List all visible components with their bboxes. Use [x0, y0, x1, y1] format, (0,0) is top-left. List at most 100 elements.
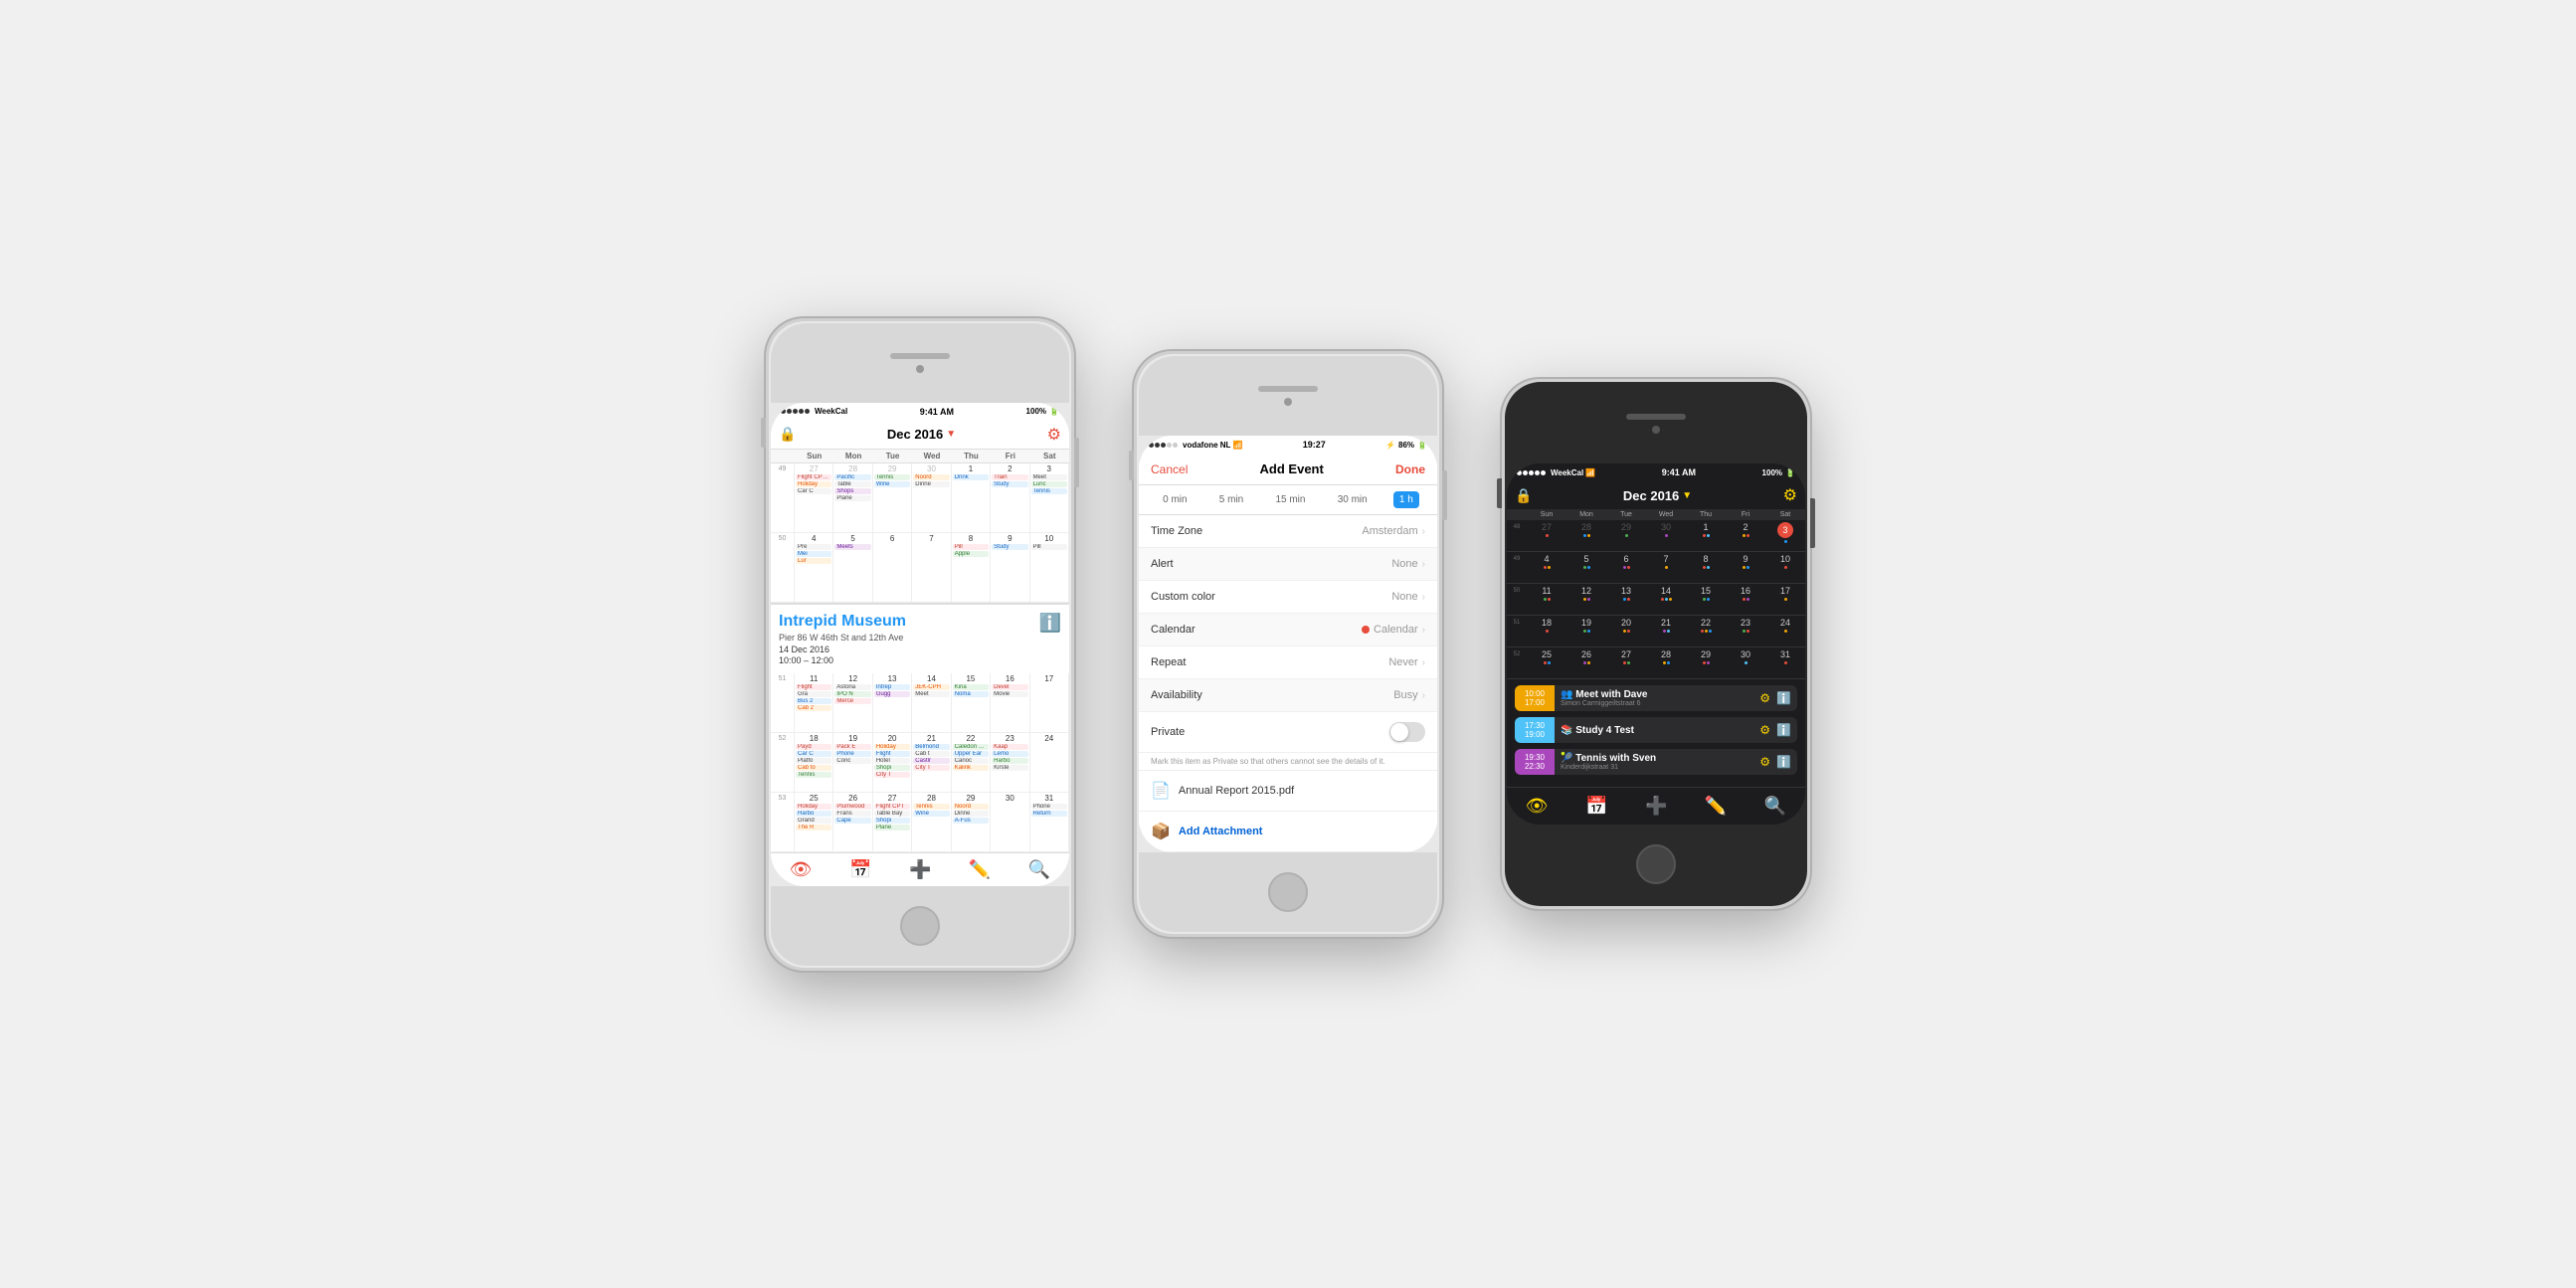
dark-cal-grid: 48 27 28 29 30 1 2 3: [1507, 520, 1805, 679]
event-end-3: 22:30: [1521, 762, 1549, 771]
add-attachment-row[interactable]: 📦 Add Attachment: [1139, 812, 1437, 852]
tab-search[interactable]: 🔍: [1028, 859, 1050, 880]
private-label: Private: [1151, 726, 1185, 738]
reminder-1h[interactable]: 1 h: [1393, 491, 1419, 508]
tab-calendar[interactable]: 📅: [849, 859, 871, 880]
custom-color-row[interactable]: Custom color None ›: [1139, 581, 1437, 614]
dark-tab-edit[interactable]: ✏️: [1705, 796, 1727, 817]
alert-row[interactable]: Alert None ›: [1139, 548, 1437, 581]
event-info-2[interactable]: ℹ️: [1776, 723, 1791, 737]
event-time: 10:00 – 12:00: [779, 655, 906, 665]
event-date: 14 Dec 2016: [779, 644, 906, 654]
calendar-row[interactable]: Calendar Calendar ›: [1139, 614, 1437, 646]
home-button-2[interactable]: [1268, 872, 1308, 912]
availability-chevron: ›: [1422, 690, 1425, 701]
event-info-1[interactable]: ℹ️: [1776, 691, 1791, 705]
tab-eye[interactable]: 👁: [790, 859, 813, 880]
dark-cal-header: 🔒 Dec 2016 ▼ ⚙: [1507, 481, 1805, 509]
table-row: 50 11 12 13 14 15 16 17: [1507, 584, 1805, 616]
table-row: 49 27 Flight CPT-AMS Holiday Car C 28 Pa…: [771, 463, 1069, 533]
repeat-row[interactable]: Repeat Never ›: [1139, 646, 1437, 679]
screen-2: vodafone NL 📶 19:27 ⚡ 86% 🔋 Cancel: [1139, 436, 1437, 852]
table-row: 51 11 Flight Gra Bus 2 Cab 2 12 Astoria: [771, 673, 1069, 733]
time-label-1: 9:41 AM: [920, 407, 954, 417]
reminder-bar: 0 min 5 min 15 min 30 min 1 h: [1139, 485, 1437, 515]
info-icon[interactable]: ℹ️: [1039, 613, 1061, 634]
month-label-1: Dec 2016: [887, 427, 943, 442]
wifi-icon-3: 📶: [1585, 468, 1595, 477]
private-row[interactable]: Private: [1139, 712, 1437, 752]
calendar-value: Calendar ›: [1362, 624, 1425, 636]
tab-add[interactable]: ➕: [909, 859, 931, 880]
cal-header-1: 🔒 Dec 2016 ▼ ⚙: [771, 421, 1069, 450]
cal-title-1[interactable]: Dec 2016 ▼: [887, 427, 956, 442]
wifi-icon-2: 📶: [1232, 441, 1242, 450]
reminder-0min[interactable]: 0 min: [1157, 491, 1193, 508]
timezone-label: Time Zone: [1151, 525, 1202, 537]
event-time-block-2: 17:30 19:00: [1515, 717, 1555, 743]
timezone-chevron: ›: [1422, 526, 1425, 537]
timezone-row[interactable]: Time Zone Amsterdam ›: [1139, 515, 1437, 548]
cancel-button[interactable]: Cancel: [1151, 462, 1188, 476]
attachment-file[interactable]: 📄 Annual Report 2015.pdf: [1139, 771, 1437, 812]
phone-speaker: [890, 353, 950, 359]
event-start-1: 10:00: [1521, 689, 1549, 698]
add-event-header: Cancel Add Event Done: [1139, 454, 1437, 485]
reminder-5min[interactable]: 5 min: [1213, 491, 1249, 508]
done-button[interactable]: Done: [1395, 462, 1425, 476]
event-gear-3[interactable]: ⚙: [1759, 755, 1770, 769]
dark-tab-add[interactable]: ➕: [1645, 796, 1667, 817]
table-row: 52 25 26 27 28 29 30 31: [1507, 647, 1805, 679]
dark-tab-search[interactable]: 🔍: [1764, 796, 1786, 817]
event-location: Pier 86 W 46th St and 12th Ave: [779, 633, 906, 643]
list-item[interactable]: 10:00 17:00 👥 Meet with Dave Simon Carmi…: [1515, 685, 1797, 711]
dark-lock-icon: 🔒: [1515, 487, 1532, 504]
dark-tab-eye[interactable]: 👁: [1526, 796, 1549, 817]
battery-icon-3: 🔋: [1785, 468, 1795, 477]
private-toggle[interactable]: [1389, 722, 1425, 742]
phone-speaker-3: [1626, 414, 1686, 420]
table-row: 48 27 28 29 30 1 2 3: [1507, 520, 1805, 552]
add-event-title: Add Event: [1260, 461, 1324, 476]
battery-label-3: 100%: [1762, 468, 1782, 477]
event-gear-2[interactable]: ⚙: [1759, 723, 1770, 737]
table-row: 51 18 19 20 21 22 23 24: [1507, 616, 1805, 647]
carrier-label: WeekCal: [815, 407, 847, 416]
home-button-1[interactable]: [900, 906, 940, 946]
gear-icon-1[interactable]: ⚙: [1047, 425, 1061, 445]
calendar-dot: [1362, 626, 1370, 634]
attachment-filename: Annual Report 2015.pdf: [1179, 785, 1294, 797]
reminder-15min[interactable]: 15 min: [1269, 491, 1311, 508]
event-content-2: 📚 Study 4 Test ⚙ ℹ️: [1555, 717, 1797, 743]
event-info-3[interactable]: ℹ️: [1776, 755, 1791, 769]
alert-value: None ›: [1391, 558, 1425, 570]
event-content-1: 👥 Meet with Dave Simon Carmiggeiltstraat…: [1555, 685, 1797, 711]
carrier-label-3: WeekCal: [1551, 468, 1583, 477]
tab-edit[interactable]: ✏️: [969, 859, 991, 880]
event-sub-3: Kinderdijkstraat 31: [1561, 764, 1656, 771]
dropbox-icon: 📦: [1151, 822, 1171, 841]
list-item[interactable]: 19:30 22:30 🎾 Tennis with Sven Kinderdij…: [1515, 749, 1797, 775]
repeat-value: Never ›: [1388, 656, 1425, 668]
dark-cal-title[interactable]: Dec 2016 ▼: [1623, 488, 1692, 503]
home-button-3[interactable]: [1636, 844, 1676, 884]
reminder-30min[interactable]: 30 min: [1332, 491, 1374, 508]
front-camera: [916, 365, 924, 373]
add-attachment-label: Add Attachment: [1179, 826, 1263, 837]
dark-gear-icon[interactable]: ⚙: [1783, 485, 1797, 505]
screen-1: WeekCal 9:41 AM 100% 🔋 🔒 Dec 2016: [771, 403, 1069, 886]
battery-icon-2: 🔋: [1417, 441, 1427, 450]
list-item[interactable]: 17:30 19:00 📚 Study 4 Test ⚙: [1515, 717, 1797, 743]
battery-icon-1: 🔋: [1049, 407, 1059, 416]
screen-3: WeekCal 📶 9:41 AM 100% 🔋 🔒 Dec: [1507, 463, 1805, 825]
event-gear-1[interactable]: ⚙: [1759, 691, 1770, 705]
carrier-label-2: vodafone NL: [1183, 441, 1230, 450]
availability-row[interactable]: Availability Busy ›: [1139, 679, 1437, 712]
toggle-knob: [1390, 723, 1408, 741]
event-time-block-1: 10:00 17:00: [1515, 685, 1555, 711]
time-label-2: 19:27: [1303, 440, 1326, 450]
event-sub-1: Simon Carmiggeiltstraat 6: [1561, 700, 1647, 707]
event-title: Intrepid Museum: [779, 613, 906, 631]
phone-speaker-2: [1258, 386, 1318, 392]
dark-tab-calendar[interactable]: 📅: [1585, 796, 1607, 817]
